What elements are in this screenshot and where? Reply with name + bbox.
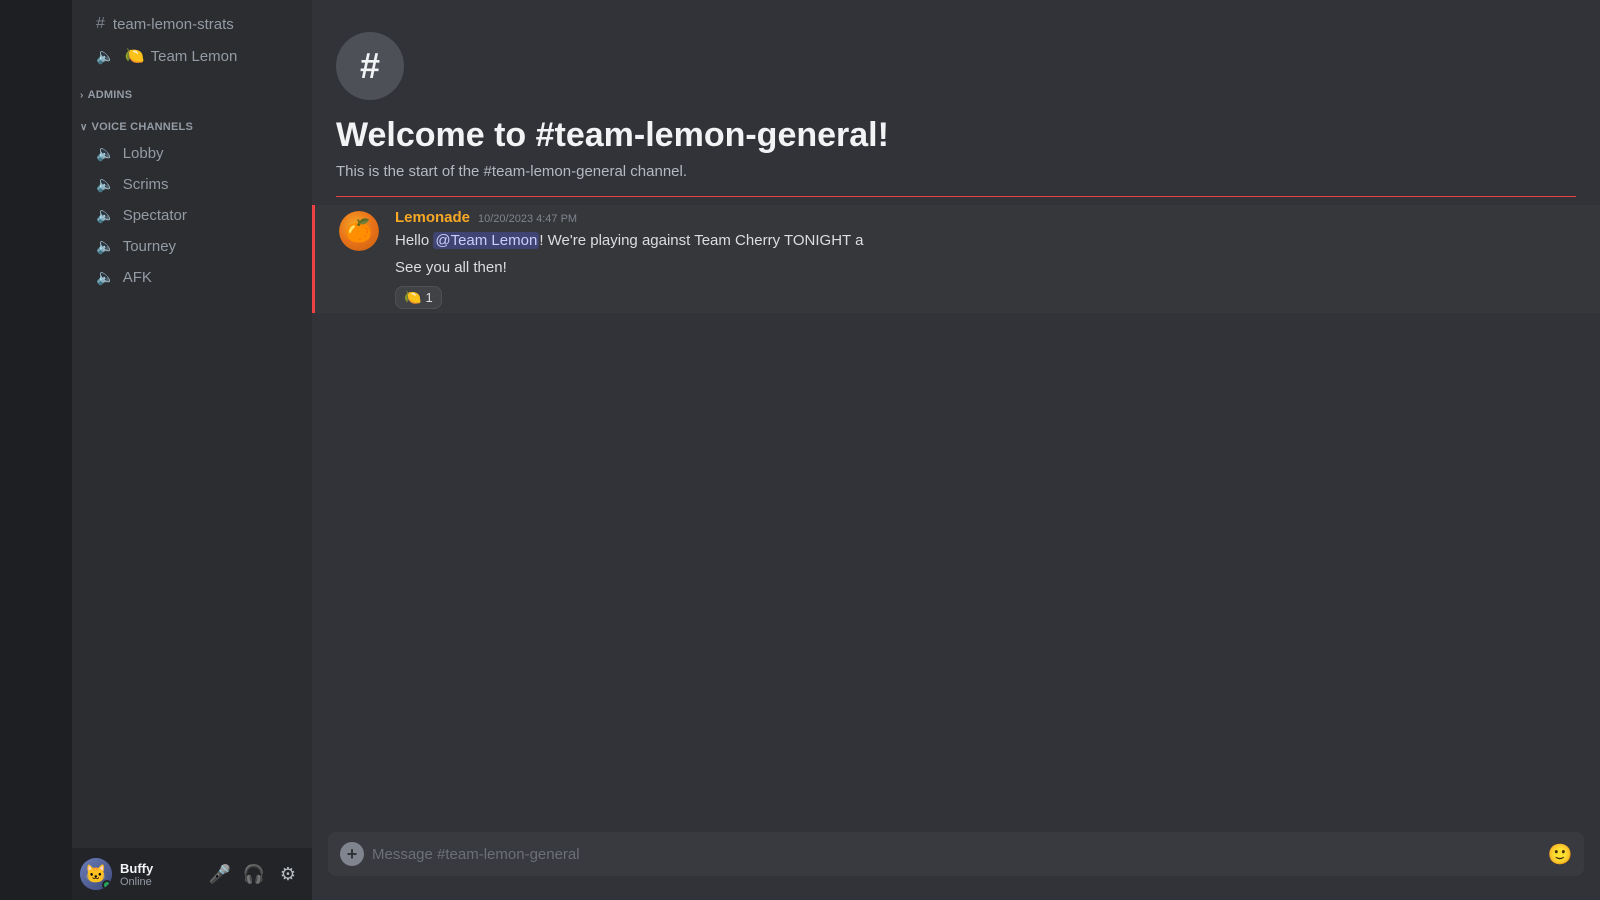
- lemonade-avatar-image: 🍊: [339, 211, 379, 251]
- voice-channels-section-header[interactable]: ∨ VOICE CHANNELS: [72, 105, 312, 137]
- settings-button[interactable]: ⚙: [272, 858, 304, 890]
- messages-area: # Welcome to #team-lemon-general! This i…: [312, 0, 1600, 832]
- message-content: Lemonade 10/20/2023 4:47 PM Hello @Team …: [395, 209, 1576, 309]
- lobby-channel-name: Lobby: [123, 145, 164, 162]
- emoji-picker-button[interactable]: 🙂: [1548, 842, 1572, 866]
- message-timestamp: 10/20/2023 4:47 PM: [478, 213, 577, 225]
- message-input-box: + Message #team-lemon-general 🙂: [328, 832, 1584, 876]
- sidebar: # team-lemon-strats 🔈 🍋 Team Lemon › ADM…: [72, 0, 312, 900]
- headphones-button[interactable]: 🎧: [238, 858, 270, 890]
- tourney-channel-name: Tourney: [123, 238, 176, 255]
- channel-list: # team-lemon-strats 🔈 🍋 Team Lemon › ADM…: [72, 0, 312, 848]
- lemon-reaction[interactable]: 🍋 1: [395, 286, 442, 309]
- user-status: Online: [120, 876, 196, 888]
- main-content: # Welcome to #team-lemon-general! This i…: [312, 0, 1600, 900]
- add-attachment-button[interactable]: +: [340, 842, 364, 866]
- user-area: 🐱 Buffy Online 🎤 🎧 ⚙: [72, 848, 312, 900]
- mic-button[interactable]: 🎤: [204, 858, 236, 890]
- admins-section-header[interactable]: › ADMINS: [72, 73, 312, 105]
- scrims-speaker-icon: 🔈: [96, 175, 115, 193]
- channel-intro-desc: This is the start of the #team-lemon-gen…: [336, 163, 1576, 180]
- hash-icon: #: [96, 15, 105, 33]
- voice-channels-chevron: ∨: [80, 122, 88, 133]
- avatar: 🐱: [80, 858, 112, 890]
- afk-speaker-icon: 🔈: [96, 268, 115, 286]
- channel-intro: # Welcome to #team-lemon-general! This i…: [312, 16, 1600, 188]
- username: Buffy: [120, 861, 196, 876]
- message-input-area: + Message #team-lemon-general 🙂: [312, 832, 1600, 900]
- spectator-speaker-icon: 🔈: [96, 206, 115, 224]
- lobby-speaker-icon: 🔈: [96, 144, 115, 162]
- reactions-area: 🍋 1: [395, 286, 1576, 309]
- sidebar-item-lobby[interactable]: 🔈 Lobby: [80, 138, 304, 168]
- scrims-channel-name: Scrims: [123, 176, 169, 193]
- message-text-line2: See you all then!: [395, 257, 1576, 278]
- sidebar-item-team-lemon-strats[interactable]: # team-lemon-strats: [80, 9, 304, 39]
- message-input[interactable]: Message #team-lemon-general: [372, 846, 1548, 863]
- channel-name-strats: team-lemon-strats: [113, 16, 234, 33]
- afk-channel-name: AFK: [123, 269, 152, 286]
- message-author-avatar: 🍊: [339, 211, 379, 251]
- sidebar-item-scrims[interactable]: 🔈 Scrims: [80, 169, 304, 199]
- channel-intro-title: Welcome to #team-lemon-general!: [336, 116, 1576, 155]
- message-author-name: Lemonade: [395, 209, 470, 226]
- message-header: Lemonade 10/20/2023 4:47 PM: [395, 209, 1576, 226]
- team-lemon-channel-name: Team Lemon: [151, 48, 238, 65]
- unread-divider: [336, 196, 1576, 197]
- message-text-line1: Hello @Team Lemon! We're playing against…: [395, 230, 1576, 251]
- reaction-count: 1: [425, 290, 432, 305]
- user-info: Buffy Online: [120, 861, 196, 888]
- unread-line: [336, 196, 1576, 197]
- spectator-channel-name: Spectator: [123, 207, 187, 224]
- user-controls: 🎤 🎧 ⚙: [204, 858, 304, 890]
- voice-channels-section-label: VOICE CHANNELS: [92, 121, 193, 133]
- sidebar-item-spectator[interactable]: 🔈 Spectator: [80, 200, 304, 230]
- message-group: 🍊 Lemonade 10/20/2023 4:47 PM Hello @Tea…: [312, 205, 1600, 313]
- speaker-icon: 🔈: [96, 47, 115, 65]
- team-lemon-emoji: 🍋: [125, 46, 145, 66]
- team-lemon-mention[interactable]: @Team Lemon: [433, 232, 539, 249]
- admins-section-label: ADMINS: [88, 89, 133, 101]
- admins-chevron: ›: [80, 90, 84, 101]
- sidebar-item-afk[interactable]: 🔈 AFK: [80, 262, 304, 292]
- channel-intro-icon: #: [336, 32, 404, 100]
- reaction-emoji: 🍋: [404, 289, 421, 306]
- sidebar-item-team-lemon[interactable]: 🔈 🍋 Team Lemon: [80, 40, 304, 72]
- server-strip: [0, 0, 72, 900]
- hash-big-icon: #: [360, 45, 380, 87]
- status-dot: [102, 880, 112, 890]
- tourney-speaker-icon: 🔈: [96, 237, 115, 255]
- sidebar-item-tourney[interactable]: 🔈 Tourney: [80, 231, 304, 261]
